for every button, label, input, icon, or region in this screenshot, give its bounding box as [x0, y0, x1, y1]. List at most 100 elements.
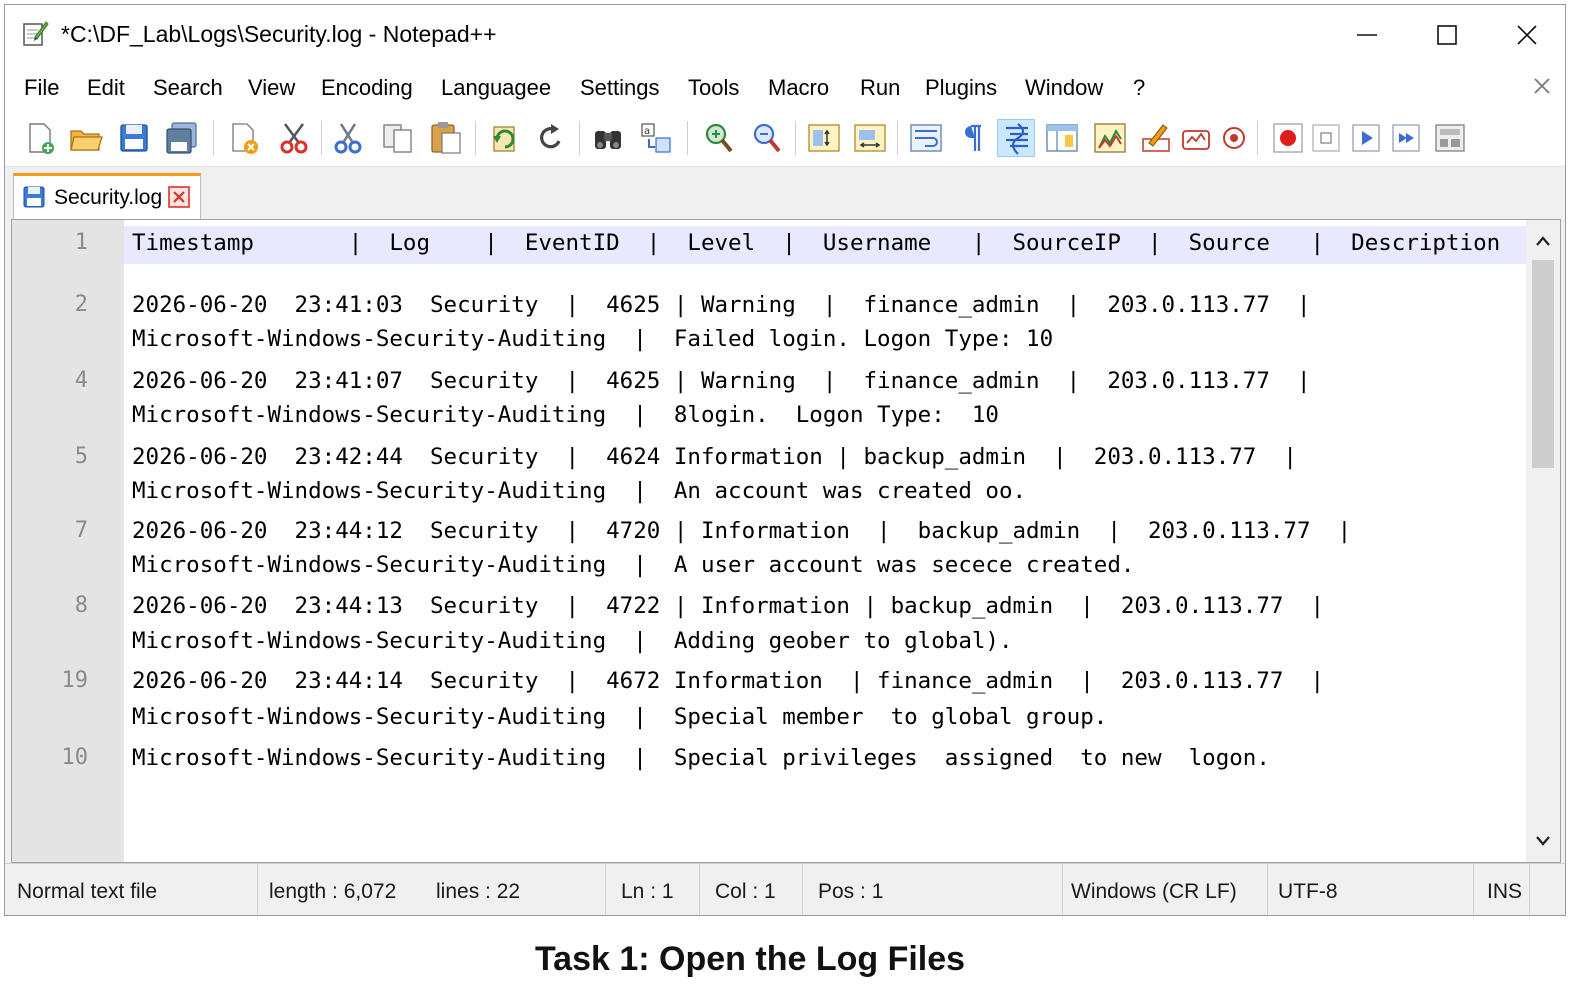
save-icon: [22, 185, 46, 209]
status-separator: [1473, 864, 1474, 915]
zoom-in-icon: [705, 123, 733, 153]
line-number: 8: [74, 593, 88, 618]
zoom-out-button[interactable]: [747, 119, 785, 157]
save-all-button[interactable]: [163, 119, 201, 157]
open-file-button[interactable]: [67, 119, 105, 157]
close-file-button[interactable]: [225, 119, 263, 157]
status-length: length : 6,072: [269, 880, 397, 903]
sync-vertical-button[interactable]: [805, 119, 843, 157]
notepadpp-app-icon: [21, 19, 49, 47]
show-all-chars-button[interactable]: [951, 119, 989, 157]
menu-window[interactable]: Window: [1025, 75, 1103, 101]
function-list-button[interactable]: [1091, 119, 1129, 157]
menu-edit[interactable]: Edit: [87, 75, 125, 101]
menu-tools[interactable]: Tools: [688, 75, 739, 101]
scissors-icon: [334, 123, 362, 154]
copy-button[interactable]: [379, 119, 417, 157]
window-title: *C:\DF_Lab\Logs\Security.log - Notepad++: [61, 21, 497, 47]
close-window-button[interactable]: [1495, 13, 1559, 57]
cut-button[interactable]: [275, 119, 313, 157]
document-map-button[interactable]: [1043, 119, 1081, 157]
run-macro-multiple-icon: [1392, 124, 1420, 152]
code-line: 2026-06-20 23:44:12 Security | 4720 | In…: [132, 518, 1352, 544]
playback-macro-button[interactable]: [1347, 119, 1385, 157]
title-bar: *C:\DF_Lab\Logs\Security.log - Notepad++: [5, 5, 1565, 63]
stop-recording-button[interactable]: [1307, 119, 1345, 157]
redo-icon: [540, 124, 561, 149]
paragraph-icon: [965, 124, 981, 151]
replace-button[interactable]: a: [637, 119, 675, 157]
zoom-out-icon: [753, 123, 781, 153]
new-file-button[interactable]: [21, 119, 59, 157]
menu-help[interactable]: ?: [1133, 75, 1145, 101]
menu-language[interactable]: Languagee: [441, 75, 551, 101]
undo-button[interactable]: [485, 119, 523, 157]
monitoring-button[interactable]: [1177, 119, 1215, 157]
code-line: Microsoft-Windows-Security-Auditing | Sp…: [132, 704, 1108, 730]
save-macro-button[interactable]: [1431, 119, 1469, 157]
toolbar-separator: [213, 121, 214, 155]
line-number: 4: [74, 368, 88, 393]
menu-bar: File Edit Search View Encoding Languagee…: [5, 63, 1565, 109]
run-macro-multiple-button[interactable]: [1387, 119, 1425, 157]
line-number: 7: [74, 518, 88, 543]
code-line: Microsoft-Windows-Security-Auditing | Ad…: [132, 628, 1013, 654]
menu-view[interactable]: View: [248, 75, 295, 101]
redo-button[interactable]: [533, 119, 571, 157]
save-button[interactable]: [115, 119, 153, 157]
menu-settings[interactable]: Settings: [580, 75, 660, 101]
folder-workspace-button[interactable]: [1137, 119, 1175, 157]
function-list-icon: [1094, 123, 1126, 153]
status-separator: [257, 864, 258, 915]
menu-macro[interactable]: Macro: [768, 75, 829, 101]
status-column: Col : 1: [715, 880, 776, 903]
close-icon: [1534, 78, 1550, 94]
close-document-button[interactable]: [1531, 75, 1553, 97]
indent-guide-button[interactable]: [997, 119, 1035, 157]
vertical-scrollbar[interactable]: [1526, 220, 1560, 862]
record-macro-button[interactable]: [1215, 119, 1253, 157]
line-number: 10: [61, 745, 89, 770]
zoom-in-button[interactable]: [699, 119, 737, 157]
close-icon: [1517, 25, 1537, 45]
maximize-button[interactable]: [1415, 13, 1479, 57]
status-insert-mode[interactable]: INS: [1487, 880, 1522, 904]
tab-close-button[interactable]: [168, 186, 190, 208]
minimize-button[interactable]: [1335, 13, 1399, 57]
code-line: 2026-06-20 23:42:44 Security | 4624 Info…: [132, 444, 1297, 470]
start-recording-button[interactable]: [1269, 119, 1307, 157]
word-wrap-icon: [910, 124, 942, 152]
tab-security-log[interactable]: Security.log: [13, 173, 201, 219]
toolbar-separator: [687, 121, 688, 155]
line-number: 19: [61, 668, 89, 693]
playback-macro-icon: [1352, 124, 1380, 152]
toolbar-separator: [321, 121, 322, 155]
maximize-icon: [1437, 25, 1457, 45]
word-wrap-button[interactable]: [907, 119, 945, 157]
sync-horizontal-button[interactable]: [851, 119, 889, 157]
pen-icon: [1142, 124, 1170, 152]
figure-caption: Task 1: Open the Log Files: [534, 940, 966, 978]
text-editor[interactable]: 1 Timestamp | Log | EventID | Level | Us…: [11, 219, 1561, 863]
code-line: 2026-06-20 23:44:13 Security | 4722 | In…: [132, 593, 1325, 619]
code-line: Timestamp | Log | EventID | Level | User…: [132, 230, 1501, 256]
scroll-up-button[interactable]: [1534, 234, 1552, 248]
code-line: 2026-06-20 23:44:14 Security | 4672 Info…: [132, 668, 1325, 694]
menu-plugins[interactable]: Plugins: [925, 75, 997, 101]
stop-recording-icon: [1312, 124, 1340, 152]
scrollbar-thumb[interactable]: [1532, 260, 1554, 468]
code-line: Microsoft-Windows-Security-Auditing | Sp…: [132, 745, 1270, 771]
menu-search[interactable]: Search: [153, 75, 223, 101]
record-icon: [1223, 127, 1245, 149]
save-icon: [120, 124, 148, 152]
chevron-down-icon: [1536, 836, 1550, 846]
menu-file[interactable]: File: [24, 75, 59, 101]
status-encoding[interactable]: UTF-8: [1278, 880, 1338, 904]
paste-button[interactable]: [427, 119, 465, 157]
status-eol[interactable]: Windows (CR LF): [1071, 880, 1237, 904]
find-button[interactable]: [589, 119, 627, 157]
scroll-down-button[interactable]: [1534, 834, 1552, 848]
menu-run[interactable]: Run: [860, 75, 900, 101]
menu-encoding[interactable]: Encoding: [321, 75, 413, 101]
cut-alt-button[interactable]: [329, 119, 367, 157]
